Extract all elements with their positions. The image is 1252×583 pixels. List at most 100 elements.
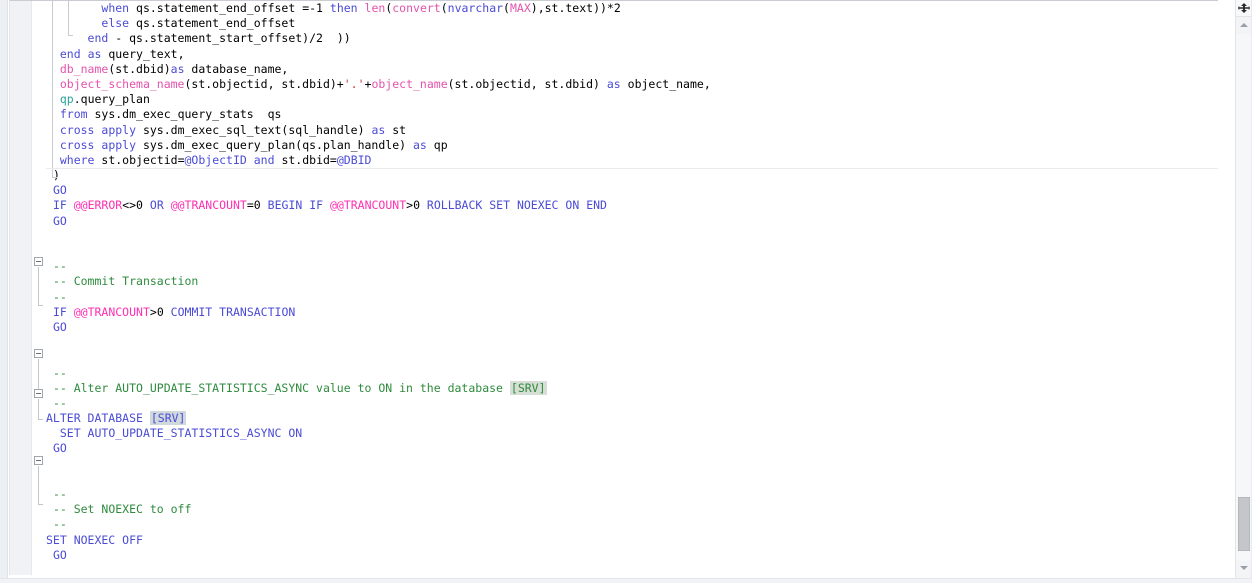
code-line	[46, 350, 711, 365]
code-token-fn: object_schema_name	[60, 77, 185, 91]
code-token-kw: END	[586, 198, 607, 212]
block-guide-line-inner	[68, 1, 69, 35]
code-token-cmt: --	[53, 290, 67, 304]
code-token-plain: - qs.statement_start_offset)/	[115, 31, 316, 45]
code-token-kw: as	[607, 77, 628, 91]
code-token-kw: apply	[101, 138, 143, 152]
vertical-scrollbar[interactable]	[1235, 0, 1252, 583]
code-line	[46, 229, 711, 244]
code-token-kw: COMMIT	[171, 305, 219, 319]
code-token-kw: NOEXEC	[517, 198, 565, 212]
code-token-plain: sys.dm_exec_query_plan(qs.plan_handle)	[143, 138, 413, 152]
code-indent	[46, 548, 53, 562]
code-indent	[46, 381, 53, 395]
code-line: -- Set NOEXEC to off	[46, 502, 711, 517]
code-token-plain: >0	[406, 198, 427, 212]
code-indent	[46, 214, 53, 228]
fold-region-line	[38, 466, 39, 504]
code-token-kw: OR	[150, 198, 171, 212]
code-token-kw: else	[101, 16, 136, 30]
code-token-plain: object_name,	[628, 77, 711, 91]
code-line	[46, 472, 711, 487]
fold-toggle-statement-block-alter[interactable]	[34, 389, 43, 398]
code-token-plain: qs.statement_end_offset	[136, 16, 295, 30]
code-token-kw: SET AUTO_UPDATE_STATISTICS_ASYNC ON	[60, 426, 302, 440]
code-token-plain: sys.dm_exec_query_stats qs	[94, 107, 281, 121]
code-token-kw: and	[254, 153, 282, 167]
code-line: end as query_text,	[46, 47, 711, 62]
code-line: when qs.statement_end_offset =-1 then le…	[46, 1, 711, 16]
code-line: where st.objectid=@ObjectID and st.dbid=…	[46, 153, 711, 168]
code-token-plain: st.objectid=	[101, 153, 184, 167]
fold-toggle-comment-block-set-noexec[interactable]	[34, 456, 43, 465]
code-line: from sys.dm_exec_query_stats qs	[46, 107, 711, 122]
code-token-plain: ),st.text))*2	[531, 1, 621, 15]
code-line: SET AUTO_UPDATE_STATISTICS_ASYNC ON	[46, 426, 711, 441]
code-line: else qs.statement_end_offset	[46, 16, 711, 31]
code-token-plain: -1	[309, 1, 330, 15]
block-guide-line-top	[52, 1, 53, 177]
scrollbar-thumb[interactable]	[1238, 497, 1250, 551]
code-indent	[46, 487, 53, 501]
code-token-plain: query_text,	[108, 47, 184, 61]
code-token-plain: (st.objectid, st.dbid)+	[184, 77, 343, 91]
fold-toggle-comment-block-commit[interactable]	[34, 257, 43, 266]
code-indent	[46, 274, 53, 288]
fold-toggle-comment-block-alter[interactable]	[34, 349, 43, 358]
fold-region-end-tick	[38, 305, 43, 306]
code-token-plain: qs.statement_end_offset	[136, 1, 302, 15]
code-token-cmt: -- Alter AUTO_UPDATE_STATISTICS_ASYNC va…	[53, 381, 510, 395]
code-token-kw: ON	[565, 198, 586, 212]
code-token-kw: SET	[489, 198, 517, 212]
code-token-param-kw: [SRV]	[150, 411, 187, 425]
code-token-kw: GO	[53, 441, 67, 455]
code-line: --	[46, 396, 711, 411]
code-token-kw: then	[330, 1, 365, 15]
code-token-cmt: --	[53, 396, 67, 410]
code-line: ALTER DATABASE [SRV]	[46, 411, 711, 426]
block-guide-foot-top	[52, 177, 57, 178]
scrollbar-track[interactable]	[1236, 34, 1252, 561]
code-token-kw: GO	[53, 214, 67, 228]
code-indent	[46, 517, 53, 531]
code-line: --	[46, 259, 711, 274]
fold-region-line	[38, 267, 39, 305]
code-token-kw: IF	[53, 198, 74, 212]
code-line	[46, 244, 711, 259]
scroll-up-button[interactable]	[1236, 18, 1252, 34]
chevron-down-icon	[1240, 566, 1248, 570]
code-token-cmt: --	[53, 487, 67, 501]
code-token-kw: BEGIN	[268, 198, 310, 212]
code-token-param: [SRV]	[510, 381, 547, 395]
code-indent	[46, 198, 53, 212]
code-token-kw: TRANSACTION	[219, 305, 295, 319]
code-token-fn: len	[365, 1, 386, 15]
splitter-icon	[1238, 2, 1250, 14]
code-token-plain: st.dbid=	[281, 153, 336, 167]
editor-indicator-margin[interactable]	[10, 1, 32, 575]
scroll-down-button[interactable]	[1236, 561, 1252, 577]
code-token-kw: IF	[53, 305, 74, 319]
code-line: --	[46, 366, 711, 381]
code-line: GO	[46, 320, 711, 335]
code-text-surface[interactable]: when qs.statement_end_offset =-1 then le…	[46, 1, 1218, 575]
code-token-cmt: --	[53, 259, 67, 273]
code-indent	[46, 290, 53, 304]
code-token-kw: ALTER DATABASE	[46, 411, 150, 425]
code-token-sysvar: @@TRANCOUNT	[171, 198, 247, 212]
code-token-kw: as	[413, 138, 434, 152]
block-guide-foot-inner	[68, 35, 73, 36]
code-indent	[46, 1, 101, 15]
window-left-frame	[0, 0, 8, 583]
code-token-localvar: @DBID	[337, 153, 372, 167]
editor-outlining-margin[interactable]	[32, 1, 46, 575]
code-editor[interactable]: when qs.statement_end_offset =-1 then le…	[9, 0, 1218, 575]
chevron-up-icon	[1240, 23, 1248, 27]
code-token-kw: from	[60, 107, 95, 121]
code-token-fn: object_name	[371, 77, 447, 91]
code-token-kw: apply	[101, 123, 143, 137]
horizontal-splitter-handle[interactable]	[1236, 0, 1252, 17]
code-token-cmt: --	[53, 517, 67, 531]
code-line: cross apply sys.dm_exec_sql_text(sql_han…	[46, 123, 711, 138]
code-token-plain: 2	[316, 31, 323, 45]
